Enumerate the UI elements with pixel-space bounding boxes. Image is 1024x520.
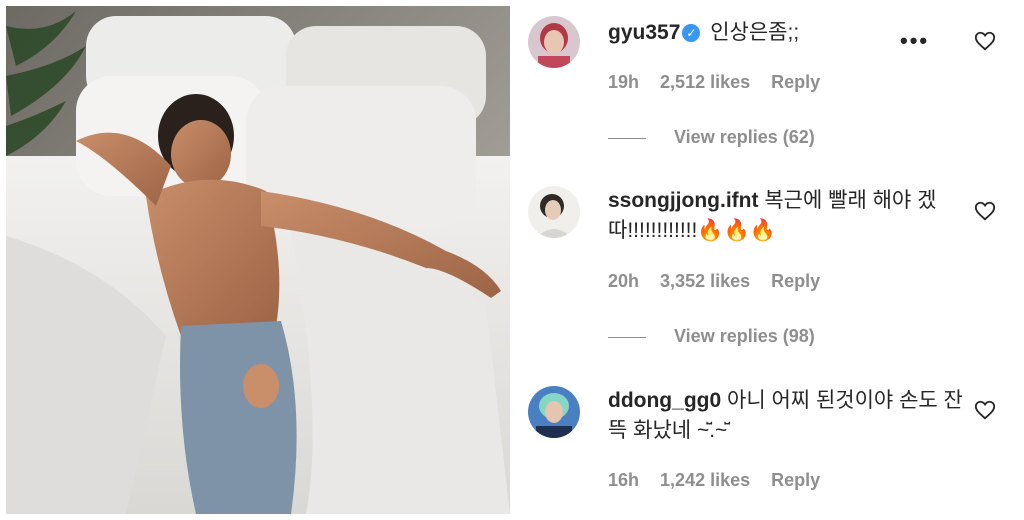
verified-badge-icon: ✓ <box>682 24 701 42</box>
comment-time: 16h <box>608 470 640 490</box>
comment-time: 19h <box>608 72 640 92</box>
comment-likes[interactable]: 3,352 likes <box>660 271 750 291</box>
comment-username[interactable]: ddong_gg0 <box>608 389 721 412</box>
comment-text-block: ddong_gg0 아니 어찌 된것이야 손도 잔뜩 화났네 ~̆̈.~̆̈ <box>608 386 968 446</box>
reply-button[interactable]: Reply <box>771 271 820 291</box>
comment-time: 20h <box>608 271 640 291</box>
comment-likes[interactable]: 1,242 likes <box>660 470 750 490</box>
comment-meta: 20h 3,352 likes Reply <box>608 271 836 292</box>
heart-icon[interactable] <box>974 30 996 52</box>
fire-emoji: 🔥🔥🔥 <box>697 219 776 242</box>
avatar[interactable] <box>528 16 580 68</box>
comment-likes[interactable]: 2,512 likes <box>660 72 750 92</box>
divider-line <box>608 336 646 338</box>
heart-icon[interactable] <box>974 399 996 421</box>
comment-meta: 16h 1,242 likes Reply <box>608 470 836 491</box>
reply-button[interactable]: Reply <box>771 470 820 490</box>
reply-button[interactable]: Reply <box>771 72 820 92</box>
avatar[interactable] <box>528 386 580 438</box>
comment-username[interactable]: ssongjjong.ifnt <box>608 189 758 212</box>
view-replies-button[interactable]: View replies (98) <box>608 326 815 347</box>
more-options-icon[interactable]: ••• <box>900 28 929 54</box>
comment-body: 인상은좀;; <box>710 21 800 44</box>
avatar[interactable] <box>528 186 580 238</box>
post-photo <box>6 6 510 514</box>
comments-panel: gyu357 ✓ 인상은좀;; ••• 19h 2,512 likes Reply… <box>518 0 1024 520</box>
comment-username[interactable]: gyu357 <box>608 21 680 44</box>
view-replies-label: View replies (62) <box>674 127 815 147</box>
comment-meta: 19h 2,512 likes Reply <box>608 72 836 93</box>
heart-icon[interactable] <box>974 200 996 222</box>
view-replies-label: View replies (98) <box>674 326 815 346</box>
comment-text-block: ssongjjong.ifnt 복근에 빨래 해야 겠따!!!!!!!!!!!!… <box>608 186 968 246</box>
divider-line <box>608 137 646 139</box>
view-replies-button[interactable]: View replies (62) <box>608 127 815 148</box>
